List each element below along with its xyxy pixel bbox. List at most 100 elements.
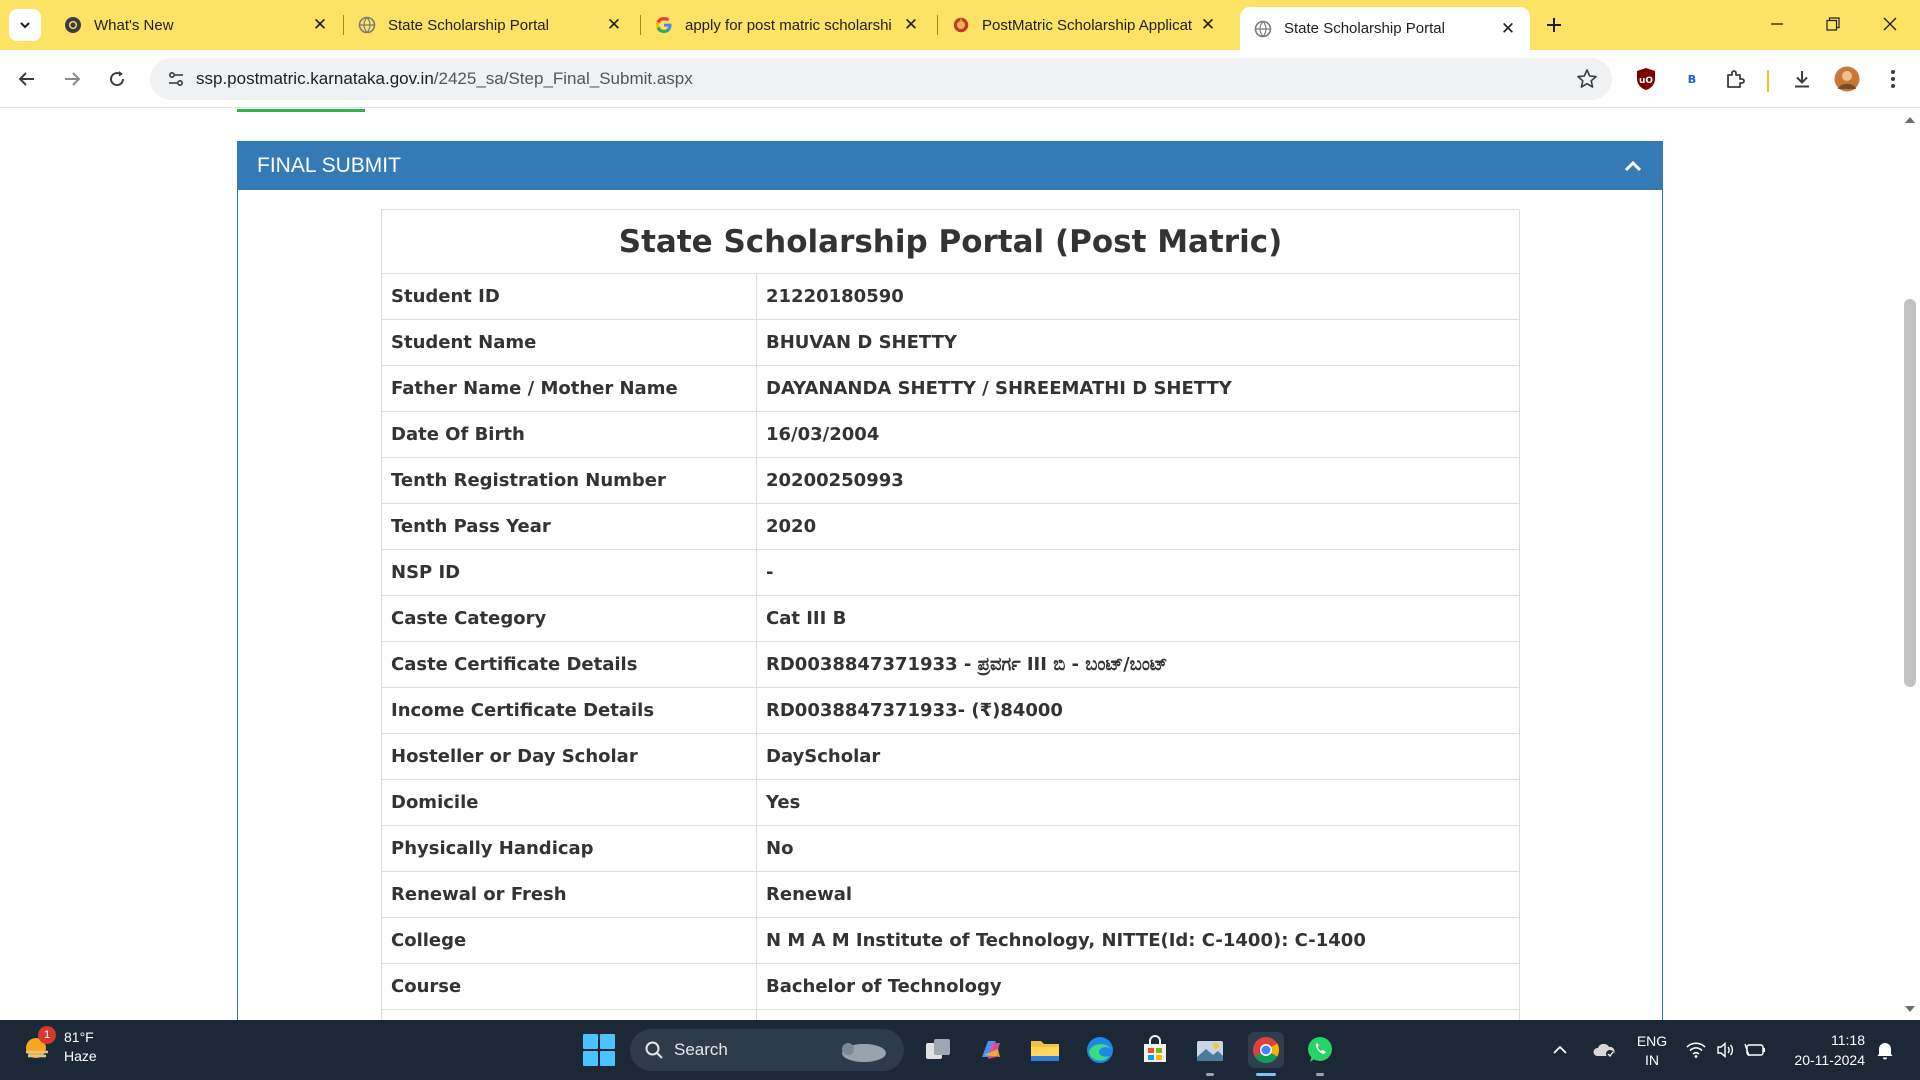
plus-icon [1547, 18, 1561, 32]
globe-icon [1254, 20, 1272, 38]
table-row: Father Name / Mother Name DAYANANDA SHETT… [381, 365, 1520, 412]
field-value: - [756, 549, 1520, 596]
field-value: BHUVAN D SHETTY [756, 319, 1520, 366]
svg-text:B: B [1688, 73, 1696, 86]
field-value: DAYANANDA SHETTY / SHREEMATHI D SHETTY [756, 365, 1520, 412]
field-value: DayScholar [756, 733, 1520, 780]
close-icon[interactable]: ✕ [901, 15, 921, 35]
file-explorer-icon[interactable] [1027, 1032, 1063, 1068]
weather-haze-icon: 1 [20, 1026, 56, 1064]
field-value: 20200250993 [756, 457, 1520, 504]
field-label: Caste Certificate Details [381, 641, 757, 688]
table-row: Renewal or Fresh Renewal [381, 871, 1520, 918]
field-value [756, 1009, 1520, 1020]
search-label: Search [674, 1040, 728, 1059]
field-value: Cat III B [756, 595, 1520, 642]
quick-settings[interactable] [1686, 1020, 1766, 1080]
weather-description: Haze [64, 1048, 97, 1064]
show-hidden-icons-chevron-icon[interactable] [1552, 1044, 1568, 1056]
browser-menu-button[interactable] [1878, 64, 1908, 94]
chevron-up-icon[interactable] [1622, 155, 1644, 177]
close-window-button[interactable] [1870, 9, 1910, 39]
forward-button[interactable] [55, 62, 89, 96]
table-row: College N M A M Institute of Technology, … [381, 917, 1520, 964]
bookmark-star-icon[interactable] [1576, 68, 1598, 90]
taskbar-search[interactable]: Search [630, 1029, 904, 1071]
extensions-puzzle-icon[interactable] [1720, 64, 1750, 94]
windows-logo-pane [583, 1034, 598, 1049]
field-label: NSP ID [381, 549, 757, 596]
close-icon[interactable]: ✕ [1198, 15, 1218, 35]
field-label: College [381, 917, 757, 964]
field-label: Caste Category [381, 595, 757, 642]
tab-whats-new[interactable]: What's New ✕ [50, 7, 342, 43]
task-view-icon[interactable] [920, 1032, 956, 1068]
download-icon[interactable] [1787, 64, 1817, 94]
field-label: Domicile [381, 779, 757, 826]
microsoft-store-icon[interactable] [1137, 1032, 1173, 1068]
chrome-icon [64, 16, 82, 34]
restore-icon [1826, 17, 1840, 31]
table-row: NSP ID - [381, 549, 1520, 596]
field-label [381, 1009, 757, 1020]
ublock-icon[interactable]: uO [1631, 64, 1661, 94]
windows-logo-pane [600, 1051, 615, 1066]
close-icon[interactable]: ✕ [604, 15, 624, 35]
tab-google-search[interactable]: apply for post matric scholarshi ✕ [641, 7, 933, 43]
whatsapp-icon[interactable] [1302, 1032, 1338, 1076]
notification-badge: 1 [38, 1026, 56, 1044]
tab-title: State Scholarship Portal [388, 16, 549, 34]
close-icon[interactable]: ✕ [1498, 19, 1518, 39]
field-value: No [756, 825, 1520, 872]
bitwarden-icon[interactable]: B [1677, 64, 1707, 94]
restore-button[interactable] [1813, 9, 1853, 39]
field-label: Student Name [381, 319, 757, 366]
close-icon [1883, 17, 1897, 31]
scroll-down-arrow-icon[interactable] [1905, 1006, 1915, 1012]
tab-state-scholarship-portal-active[interactable]: State Scholarship Portal ✕ [1240, 7, 1530, 50]
address-bar[interactable]: ssp.postmatric.karnataka.gov.in/2425_sa/… [150, 58, 1612, 100]
input-language-indicator[interactable]: ENG IN [1634, 1032, 1670, 1070]
field-label: Renewal or Fresh [381, 871, 757, 918]
scrollbar-thumb[interactable] [1904, 299, 1916, 687]
tab-search-button[interactable] [9, 9, 41, 41]
onedrive-icon[interactable] [1592, 1041, 1616, 1059]
edge-icon[interactable] [1082, 1032, 1118, 1068]
field-value: 2020 [756, 503, 1520, 550]
minimize-button[interactable] [1757, 9, 1797, 39]
wifi-icon [1686, 1042, 1706, 1058]
panel-title: FINAL SUBMIT [257, 154, 401, 177]
toolbar-divider [1767, 70, 1769, 92]
start-button[interactable] [583, 1034, 615, 1066]
table-row: Tenth Registration Number 20200250993 [381, 457, 1520, 504]
site-info-icon[interactable] [156, 58, 196, 100]
table-row: Hosteller or Day Scholar DayScholar [381, 733, 1520, 780]
windows-logo-pane [600, 1034, 615, 1049]
tab-state-scholarship-portal[interactable]: State Scholarship Portal ✕ [344, 7, 636, 43]
system-clock[interactable]: 11:18 20-11-2024 [1783, 1030, 1865, 1070]
browser-toolbar: ssp.postmatric.karnataka.gov.in/2425_sa/… [0, 50, 1920, 108]
copilot-icon[interactable] [973, 1032, 1009, 1068]
weather-widget[interactable]: 1 81°F Haze [20, 1026, 97, 1066]
page-viewport: FINAL SUBMIT State Scholarship Portal (P… [0, 109, 1900, 1020]
profile-avatar[interactable] [1832, 64, 1862, 94]
windows-logo-pane [583, 1051, 598, 1066]
weather-temperature: 81°F [64, 1029, 94, 1045]
notification-center[interactable] [1876, 1020, 1894, 1080]
field-label: Physically Handicap [381, 825, 757, 872]
back-button[interactable] [10, 62, 44, 96]
scroll-up-arrow-icon[interactable] [1905, 117, 1915, 123]
browser-tab-strip: What's New ✕ State Scholarship Portal ✕ … [0, 0, 1920, 50]
tab-postmatric-application[interactable]: PostMatric Scholarship Applicat ✕ [938, 7, 1230, 43]
panel-header[interactable]: FINAL SUBMIT [238, 142, 1662, 190]
field-value: Yes [756, 779, 1520, 826]
field-label: Date Of Birth [381, 411, 757, 458]
new-tab-button[interactable] [1540, 11, 1568, 39]
page-scrollbar[interactable] [1900, 109, 1920, 1020]
chrome-taskbar-icon[interactable] [1248, 1032, 1284, 1076]
tab-title: What's New [94, 16, 174, 34]
reload-button[interactable] [100, 62, 134, 96]
field-value: 16/03/2004 [756, 411, 1520, 458]
close-icon[interactable]: ✕ [310, 15, 330, 35]
app-photo-icon[interactable] [1192, 1032, 1228, 1076]
